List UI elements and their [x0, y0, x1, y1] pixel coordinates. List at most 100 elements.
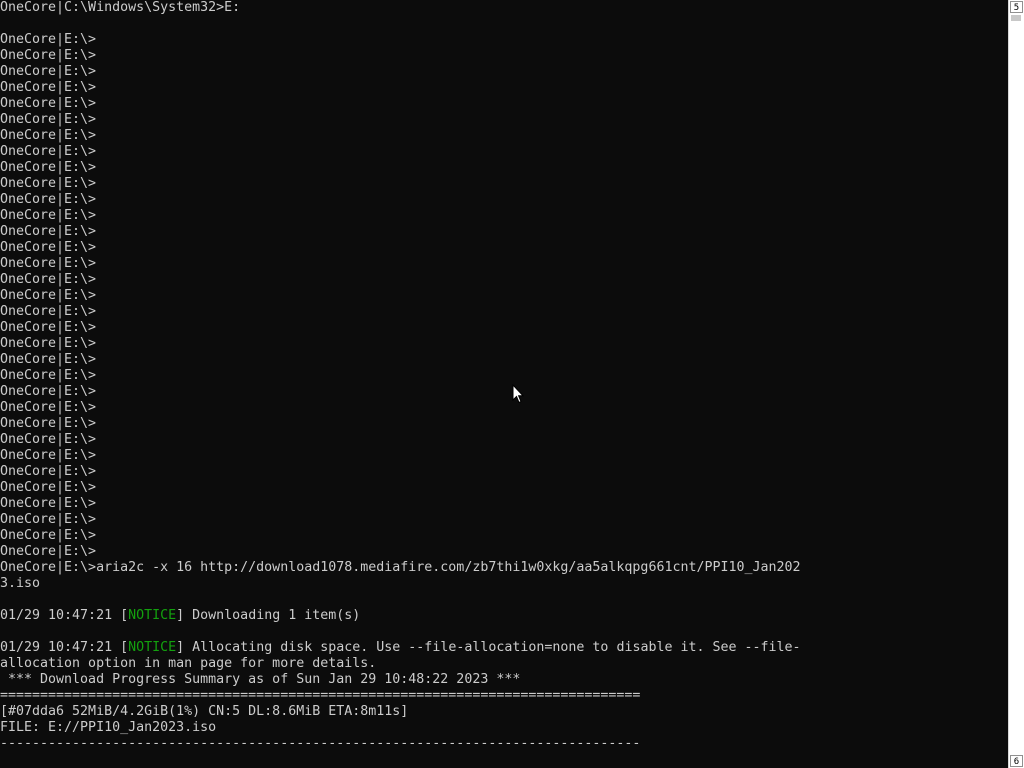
console-text: OneCore|E:\> — [0, 480, 97, 495]
console-line: OneCore|E:\> — [0, 256, 1008, 272]
console-line: OneCore|E:\> — [0, 512, 1008, 528]
console-line: OneCore|E:\>aria2c -x 16 http://download… — [0, 560, 1008, 576]
console-text: OneCore|E:\> — [0, 384, 97, 399]
console-line: ----------------------------------------… — [0, 736, 1008, 752]
console-text: ] Downloading 1 item(s) — [176, 608, 361, 623]
console-line: OneCore|E:\> — [0, 368, 1008, 384]
vertical-scrollbar[interactable]: 5 6 — [1008, 0, 1024, 768]
console-text: OneCore|E:\> — [0, 208, 97, 223]
mouse-cursor-icon — [512, 384, 524, 404]
console-text: [#07dda6 52MiB/4.2GiB(1%) CN:5 DL:8.6MiB… — [0, 704, 409, 719]
console-text: 3.iso — [0, 576, 41, 591]
console-line: OneCore|E:\> — [0, 432, 1008, 448]
console-text-green: NOTICE — [128, 608, 177, 623]
console-text: OneCore|E:\> — [0, 224, 97, 239]
console-text: OneCore|E:\> — [0, 336, 97, 351]
console-text: FILE: E://PPI10_Jan2023.iso — [0, 720, 217, 735]
console-line: OneCore|E:\> — [0, 496, 1008, 512]
console-text: ========================================… — [0, 688, 641, 703]
console-line: OneCore|E:\> — [0, 192, 1008, 208]
console-line: OneCore|E:\> — [0, 304, 1008, 320]
console-line: OneCore|E:\> — [0, 448, 1008, 464]
console-text: OneCore|E:\> — [0, 464, 97, 479]
console-line: OneCore|E:\> — [0, 64, 1008, 80]
console-text: OneCore|E:\> — [0, 496, 97, 511]
console-line: OneCore|E:\> — [0, 112, 1008, 128]
console-text: OneCore|E:\> — [0, 304, 97, 319]
console-line: OneCore|E:\> — [0, 544, 1008, 560]
console-output: OneCore|C:\Windows\System32>E: OneCore|E:… — [0, 0, 1008, 768]
console-line: FILE: E://PPI10_Jan2023.iso — [0, 720, 1008, 736]
console-line: OneCore|E:\> — [0, 128, 1008, 144]
console-text: ----------------------------------------… — [0, 736, 641, 751]
console-line: OneCore|E:\> — [0, 384, 1008, 400]
console-text: OneCore|E:\> — [0, 352, 97, 367]
console-line: OneCore|E:\> — [0, 528, 1008, 544]
scrollbar-thumb[interactable] — [1011, 15, 1021, 21]
console-text: OneCore|E:\> — [0, 192, 97, 207]
console-line: OneCore|E:\> — [0, 80, 1008, 96]
console-text: OneCore|E:\> — [0, 160, 97, 175]
console-line: OneCore|E:\> — [0, 288, 1008, 304]
console-line: ========================================… — [0, 688, 1008, 704]
console-text-green: NOTICE — [128, 640, 177, 655]
console-text: OneCore|E:\> — [0, 400, 97, 415]
console-line: OneCore|E:\> — [0, 320, 1008, 336]
console-text: allocation option in man page for more d… — [0, 656, 377, 671]
console-line: OneCore|E:\> — [0, 480, 1008, 496]
console-window[interactable]: OneCore|C:\Windows\System32>E: OneCore|E:… — [0, 0, 1008, 768]
console-line: OneCore|E:\> — [0, 96, 1008, 112]
console-line: OneCore|E:\> — [0, 416, 1008, 432]
console-text: OneCore|E:\> — [0, 240, 97, 255]
console-line: OneCore|C:\Windows\System32>E: — [0, 0, 1008, 16]
console-text: OneCore|E:\> — [0, 544, 97, 559]
console-text: OneCore|E:\> — [0, 176, 97, 191]
console-text: *** Download Progress Summary as of Sun … — [0, 672, 521, 687]
console-line: 3.iso — [0, 576, 1008, 592]
console-text: OneCore|E:\> — [0, 528, 97, 543]
console-line: allocation option in man page for more d… — [0, 656, 1008, 672]
console-text: OneCore|E:\> — [0, 128, 97, 143]
console-line: OneCore|E:\> — [0, 352, 1008, 368]
console-text: 01/29 10:47:21 [ — [0, 640, 129, 655]
console-line: OneCore|E:\> — [0, 176, 1008, 192]
console-text: OneCore|E:\> — [0, 512, 97, 527]
console-line: [#07dda6 52MiB/4.2GiB(1%) CN:5 DL:8.6MiB… — [0, 704, 1008, 720]
console-line: OneCore|E:\> — [0, 48, 1008, 64]
console-text: ] Allocating disk space. Use --file-allo… — [176, 640, 801, 655]
console-line: OneCore|E:\> — [0, 32, 1008, 48]
console-text: OneCore|E:\> — [0, 112, 97, 127]
console-line: OneCore|E:\> — [0, 400, 1008, 416]
console-text: OneCore|C:\Windows\System32>E: — [0, 0, 241, 15]
console-text: OneCore|E:\> — [0, 320, 97, 335]
console-line: OneCore|E:\> — [0, 160, 1008, 176]
console-text: OneCore|E:\> — [0, 368, 97, 383]
console-line: 01/29 10:47:21 [NOTICE] Downloading 1 it… — [0, 608, 1008, 624]
console-line: OneCore|E:\> — [0, 224, 1008, 240]
console-line: *** Download Progress Summary as of Sun … — [0, 672, 1008, 688]
scrollbar-bottom-number: 6 — [1010, 755, 1023, 767]
scrollbar-top-number: 5 — [1010, 1, 1023, 13]
console-line: OneCore|E:\> — [0, 240, 1008, 256]
console-text: OneCore|E:\> — [0, 416, 97, 431]
console-text: OneCore|E:\> — [0, 96, 97, 111]
console-text: OneCore|E:\> — [0, 272, 97, 287]
console-text: OneCore|E:\>aria2c -x 16 http://download… — [0, 560, 801, 575]
console-line: OneCore|E:\> — [0, 208, 1008, 224]
console-text: 01/29 10:47:21 [ — [0, 608, 129, 623]
console-text: OneCore|E:\> — [0, 48, 97, 63]
console-text: OneCore|E:\> — [0, 144, 97, 159]
console-text: OneCore|E:\> — [0, 256, 97, 271]
console-text: OneCore|E:\> — [0, 432, 97, 447]
console-line: OneCore|E:\> — [0, 336, 1008, 352]
console-line: OneCore|E:\> — [0, 464, 1008, 480]
console-text: OneCore|E:\> — [0, 80, 97, 95]
console-text: OneCore|E:\> — [0, 288, 97, 303]
console-text: OneCore|E:\> — [0, 64, 97, 79]
console-text: OneCore|E:\> — [0, 448, 97, 463]
console-text: OneCore|E:\> — [0, 32, 97, 47]
